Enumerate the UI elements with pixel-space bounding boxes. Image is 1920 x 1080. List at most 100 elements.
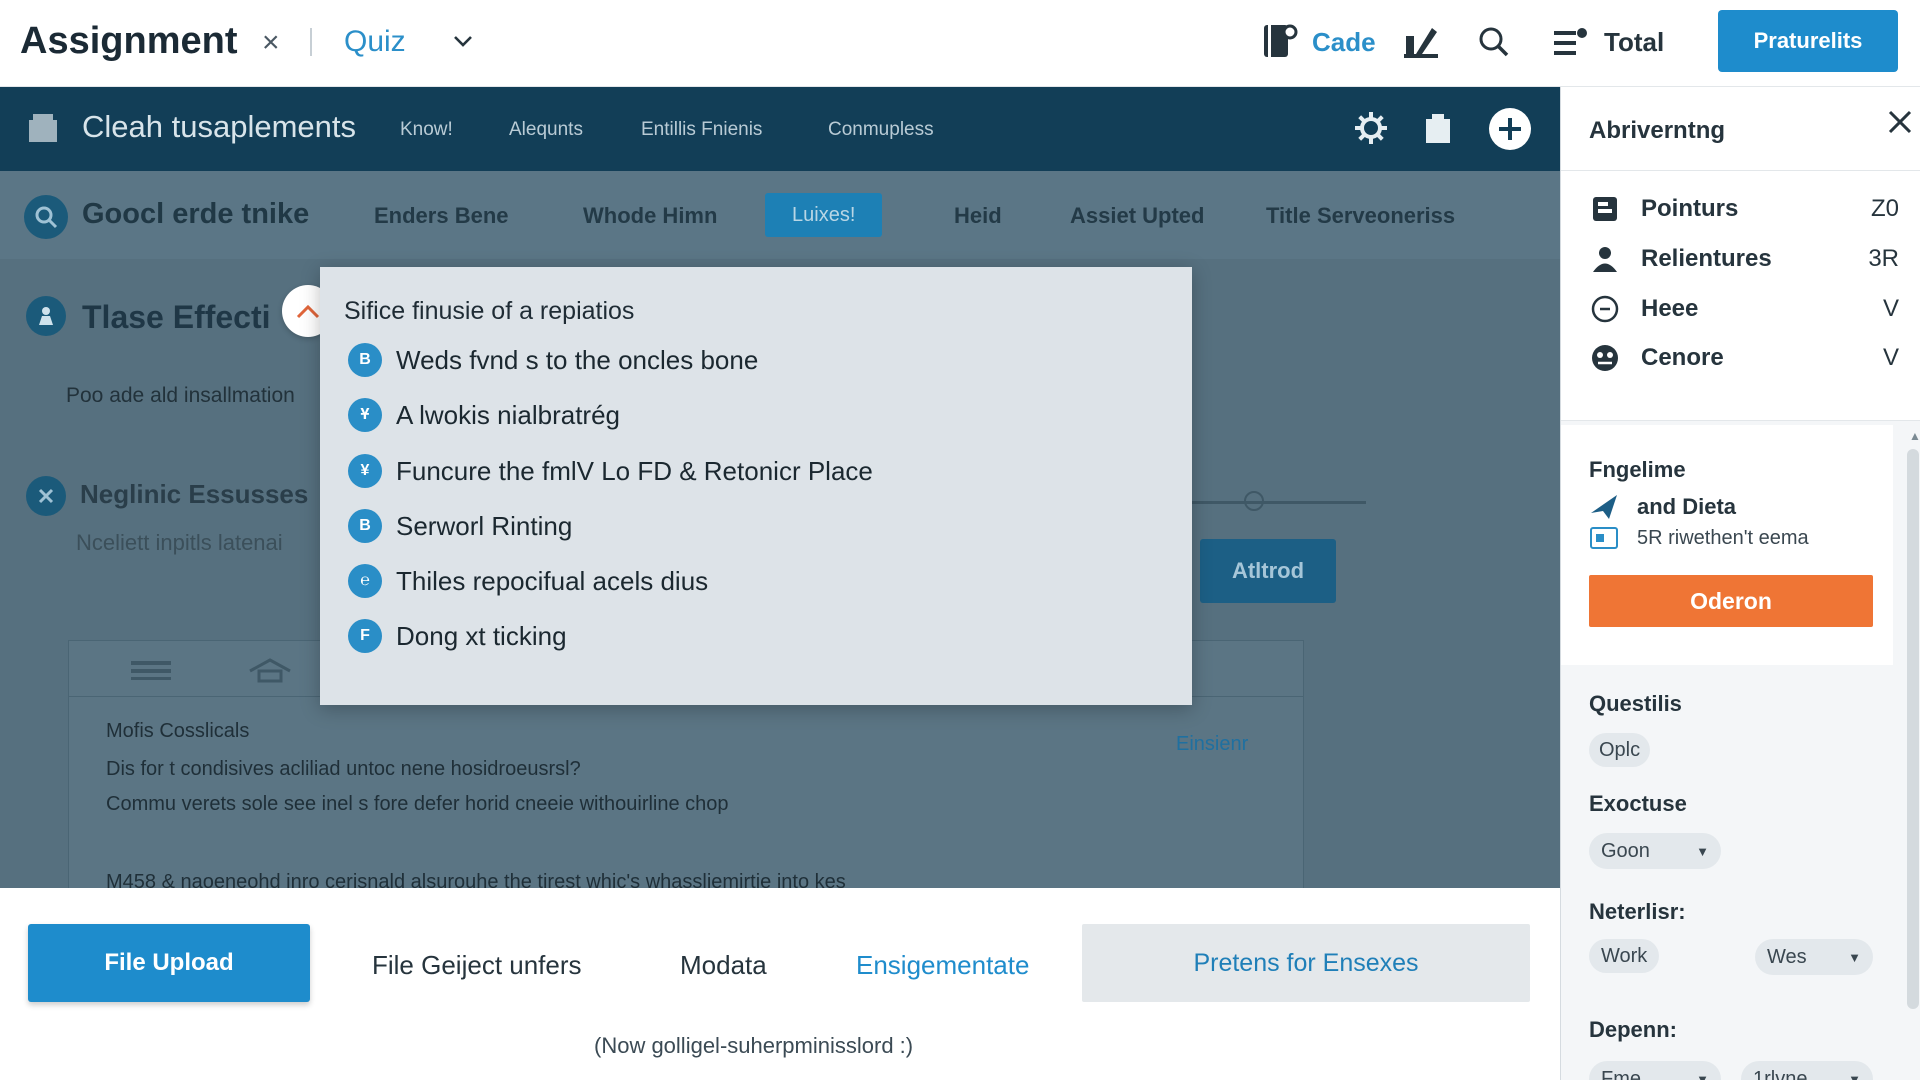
work-chip[interactable]: Work — [1589, 939, 1660, 973]
dropdown-value: Goon — [1601, 839, 1650, 862]
clock-icon — [1589, 293, 1621, 325]
divider — [310, 28, 312, 56]
modata-link[interactable]: Modata — [680, 950, 767, 981]
tab-luixes[interactable]: Luixes! — [765, 193, 883, 237]
person-icon — [1589, 243, 1621, 275]
popup-item[interactable]: ¥ Funcure the fmlV Lo FD & Retonicr Plac… — [348, 453, 873, 489]
list-icon[interactable] — [1552, 26, 1588, 65]
panel-item-relientures[interactable]: Relientures 3R — [1589, 241, 1899, 277]
wes-dropdown[interactable]: Wes ▼ — [1755, 939, 1873, 975]
section2-subtitle: Nceliett inpitls latenai — [76, 530, 283, 555]
dropdown-value: Wes — [1767, 945, 1807, 968]
clipboard-icon[interactable] — [1424, 113, 1452, 148]
panel-item-label: Cenore — [1641, 344, 1724, 371]
pretens-button[interactable]: Pretens for Ensexes — [1082, 924, 1530, 1002]
gear-icon[interactable] — [1354, 111, 1388, 150]
caret-down-icon: ▼ — [1696, 843, 1709, 859]
chevron-down-icon[interactable] — [452, 30, 474, 57]
file-upload-button[interactable]: File Upload — [28, 924, 310, 1002]
slider-handle[interactable] — [1244, 491, 1264, 511]
card-line-text: 5R riwethen't eema — [1637, 526, 1809, 549]
tabs-bar: Goocl erde tnike Enders Bene Whode Himn … — [0, 171, 1560, 259]
scroll-up-icon[interactable]: ▲ — [1909, 429, 1920, 443]
card-line-text: and Dieta — [1637, 494, 1737, 519]
file-geiject-link[interactable]: File Geiject unfers — [372, 950, 582, 981]
slider-track[interactable] — [1190, 501, 1366, 504]
popup-item[interactable]: F Dong xt ticking — [348, 618, 567, 654]
card-line: 5R riwethen't eema — [1589, 525, 1809, 551]
popup-item[interactable]: Ұ A lwokis nialbratrég — [348, 397, 620, 433]
primary-button[interactable]: Praturelits — [1718, 10, 1898, 72]
ensigementate-link[interactable]: Ensigementate — [856, 950, 1029, 981]
panel-item-label: Relientures — [1641, 245, 1772, 272]
bottom-bar: File Upload File Geiject unfers Modata E… — [0, 888, 1560, 1080]
nav-link-alequnts[interactable]: Alequnts — [509, 119, 583, 141]
depenn-right-dropdown[interactable]: 1rlvne ▼ — [1741, 1061, 1873, 1080]
cade-label[interactable]: Cade — [1312, 27, 1376, 58]
einsienr-link[interactable]: Einsienr — [1176, 733, 1248, 756]
add-icon[interactable] — [1488, 107, 1532, 156]
popup-item[interactable]: B Serworl Rinting — [348, 508, 572, 544]
search-icon[interactable] — [1478, 26, 1510, 63]
nav-link-entillis[interactable]: Entillis Fnienis — [641, 119, 762, 141]
popup-item-label: Serworl Rinting — [396, 510, 573, 541]
footnote: (Now golligel-suherpminisslord :) — [594, 1033, 914, 1058]
tab-whode-himn[interactable]: Whode Himn — [583, 203, 717, 229]
popup-item-label: Weds fvnd s to the oncles bone — [396, 344, 759, 375]
close-tab-button[interactable]: × — [262, 26, 280, 60]
total-label[interactable]: Total — [1604, 27, 1664, 58]
popup-item-label: A lwokis nialbratrég — [396, 399, 620, 430]
box-icon — [28, 113, 58, 148]
bullet-icon: ¥ — [348, 454, 382, 488]
book-icon[interactable] — [1262, 22, 1298, 65]
popup-item[interactable]: B Weds fvnd s to the oncles bone — [348, 342, 758, 378]
home-icon — [249, 658, 291, 683]
depenn-left-dropdown[interactable]: Fme ▼ — [1589, 1061, 1721, 1080]
navbar: Cleah tusaplements Know! Alequnts Entill… — [0, 87, 1560, 171]
close-circle-icon — [26, 476, 66, 516]
panel-item-value: V — [1882, 295, 1899, 322]
exoctuse-label: Exoctuse — [1589, 791, 1687, 816]
caret-down-icon: ▼ — [1696, 1071, 1709, 1080]
close-icon[interactable] — [1887, 109, 1913, 140]
globe-icon — [1589, 342, 1621, 374]
row-line: M458 & naoeneohd inro cerisnald alsurouh… — [106, 871, 846, 888]
exoctuse-dropdown[interactable]: Goon ▼ — [1589, 833, 1721, 869]
dropdown-popup: Sifice finusie of a repiatios B Weds fvn… — [320, 267, 1192, 705]
attrod-button[interactable]: Atltrod — [1200, 539, 1336, 603]
bookmark-icon — [1589, 193, 1621, 225]
section2-title: Neglinic Essusses — [80, 479, 309, 509]
panel-item-cenore[interactable]: Cenore V — [1589, 340, 1899, 376]
bullet-icon: F — [348, 619, 382, 653]
chevron-up-icon — [296, 304, 320, 319]
panel-item-label: Pointurs — [1641, 195, 1739, 222]
edit-icon[interactable] — [1402, 22, 1440, 65]
tab-enders-bene[interactable]: Enders Bene — [374, 203, 509, 229]
tabs-heading: Goocl erde tnike — [82, 198, 310, 230]
panel-item-heee[interactable]: Heee V — [1589, 291, 1899, 327]
tab-assiet-upted[interactable]: Assiet Upted — [1070, 203, 1204, 229]
info-card: Fngelime and Dieta 5R riwethen't eema — [1561, 425, 1893, 665]
section-subtitle: Poo ade ald insallmation — [66, 384, 295, 407]
popup-item-label: Funcure the fmlV Lo FD & Retonicr Place — [396, 455, 873, 486]
scrollbar[interactable] — [1907, 449, 1919, 1009]
oderon-button[interactable]: Oderon — [1589, 575, 1873, 627]
bullet-icon: B — [348, 343, 382, 377]
person-badge-icon — [26, 296, 66, 336]
depenn-label: Depenn: — [1589, 1017, 1677, 1042]
nav-link-know[interactable]: Know! — [400, 119, 453, 141]
panel-item-pointurs[interactable]: Pointurs Z0 — [1589, 191, 1899, 227]
quiz-tab[interactable]: Quiz — [344, 25, 406, 59]
popup-item[interactable]: ℮ Thiles repocifual acels dius — [348, 563, 708, 599]
nav-link-conmupless[interactable]: Conmupless — [828, 119, 934, 141]
questions-chip[interactable]: Oplc — [1589, 733, 1651, 767]
table-icon — [131, 661, 171, 680]
panel-item-value: 3R — [1868, 245, 1899, 272]
panel-item-value: V — [1882, 344, 1899, 371]
tab-title-serveoneriss[interactable]: Title Serveoneriss — [1266, 203, 1455, 229]
card-line: and Dieta — [1589, 493, 1736, 521]
questions-label: Questilis — [1589, 691, 1682, 716]
tab-heid[interactable]: Heid — [954, 203, 1002, 229]
right-panel: Abriverntng Pointurs Z0 Relientures 3R H… — [1560, 87, 1920, 1080]
panel-title: Abriverntng — [1589, 117, 1726, 144]
